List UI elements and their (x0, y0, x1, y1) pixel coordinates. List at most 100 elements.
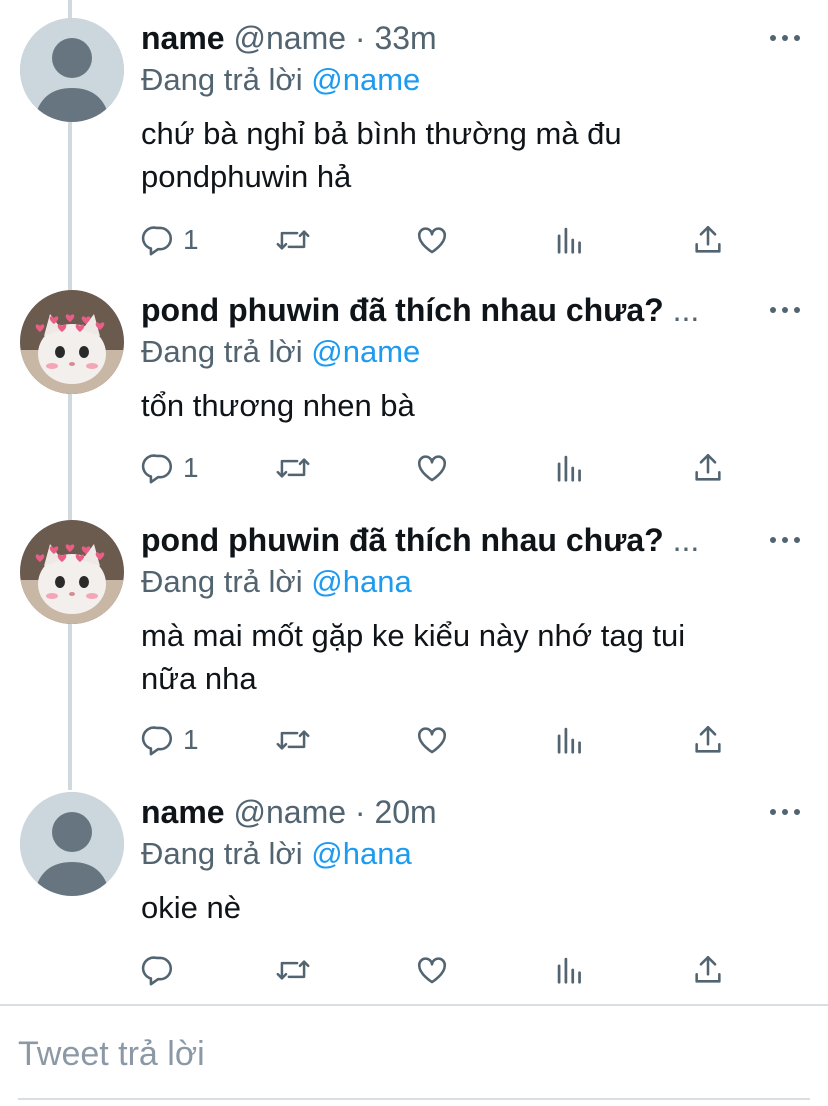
like-button[interactable] (415, 222, 449, 258)
analytics-button[interactable] (555, 952, 585, 988)
replying-label: Đang trả lời (141, 564, 303, 599)
avatar[interactable] (20, 290, 124, 394)
analytics-button[interactable] (555, 450, 585, 486)
reply-button[interactable]: 1 (141, 450, 199, 486)
replying-label: Đang trả lời (141, 334, 303, 369)
share-icon (695, 225, 721, 253)
tweet-text-line: nữa nha (141, 661, 257, 696)
action-bar: 1 (141, 722, 741, 758)
share-icon (695, 955, 721, 983)
avatar[interactable] (20, 792, 124, 896)
tweet-text: chứ bà nghỉ bả bình thường mà đu pondphu… (141, 112, 788, 198)
replying-to: Đang trả lời @name (141, 332, 420, 372)
more-icon[interactable] (770, 18, 800, 58)
like-button[interactable] (415, 722, 449, 758)
display-name[interactable]: pond phuwin đã thích nhau chưa? (141, 292, 664, 328)
retweet-button[interactable] (275, 450, 311, 486)
tweet-text-line: tổn thương nhen bà (141, 388, 415, 423)
truncation-ellipsis: ... (672, 522, 700, 558)
retweet-button[interactable] (275, 222, 311, 258)
reply-icon (141, 956, 172, 986)
reply-button[interactable]: 1 (141, 722, 199, 758)
analytics-icon (557, 455, 581, 482)
share-button[interactable] (691, 722, 725, 758)
retweet-button[interactable] (275, 952, 311, 988)
display-name[interactable]: pond phuwin đã thích nhau chưa? (141, 522, 664, 558)
analytics-button[interactable] (555, 222, 585, 258)
reply-icon (141, 454, 172, 484)
tweet-text-line: pondphuwin hả (141, 159, 352, 194)
tweet-header: pond phuwin đã thích nhau chưa? ... (141, 290, 768, 330)
cat-with-hearts-avatar-icon (20, 520, 124, 624)
tweet-header: name @name · 33m (141, 18, 768, 58)
replying-to: Đang trả lời @name (141, 60, 420, 100)
default-avatar-icon (20, 792, 124, 896)
tweet-text-line: okie nè (141, 890, 241, 925)
action-bar: 1 (141, 450, 741, 486)
reply-count: 1 (183, 724, 199, 755)
display-name[interactable]: name (141, 794, 225, 830)
mention-link[interactable]: @name (311, 334, 420, 369)
default-avatar-icon (20, 18, 124, 122)
divider (18, 1098, 810, 1100)
analytics-icon (557, 727, 581, 754)
avatar[interactable] (20, 520, 124, 624)
avatar[interactable] (20, 18, 124, 122)
handle[interactable]: @name (233, 20, 346, 56)
like-icon (417, 957, 447, 984)
separator: · (354, 794, 366, 830)
share-button[interactable] (691, 952, 725, 988)
like-icon (417, 227, 447, 254)
replying-label: Đang trả lời (141, 836, 303, 871)
share-icon (695, 725, 721, 753)
replying-label: Đang trả lời (141, 62, 303, 97)
action-bar: 1 (141, 222, 741, 258)
tweet-header: name @name · 20m (141, 792, 768, 832)
divider (0, 1004, 828, 1006)
cat-with-hearts-avatar-icon (20, 290, 124, 394)
reply-input[interactable]: Tweet trả lời (18, 1032, 205, 1076)
mention-link[interactable]: @name (311, 62, 420, 97)
reply-button[interactable] (141, 952, 183, 988)
like-icon (417, 455, 447, 482)
reply-icon (141, 726, 172, 756)
tweet-header: pond phuwin đã thích nhau chưa? ... (141, 520, 768, 560)
replying-to: Đang trả lời @hana (141, 834, 412, 874)
analytics-icon (557, 957, 581, 984)
retweet-button[interactable] (275, 722, 311, 758)
timestamp[interactable]: 33m (374, 20, 436, 56)
like-button[interactable] (415, 450, 449, 486)
retweet-icon (276, 730, 310, 750)
like-button[interactable] (415, 952, 449, 988)
mention-link[interactable]: @hana (311, 836, 411, 871)
action-bar (141, 952, 741, 988)
analytics-button[interactable] (555, 722, 585, 758)
share-button[interactable] (691, 222, 725, 258)
separator: · (354, 20, 366, 56)
reply-count: 1 (183, 452, 199, 483)
tweet-text: tổn thương nhen bà (141, 384, 788, 427)
tweet-text: mà mai mốt gặp ke kiểu này nhớ tag tui n… (141, 614, 788, 700)
like-icon (417, 727, 447, 754)
tweet-text: okie nè (141, 886, 788, 929)
more-icon[interactable] (770, 290, 800, 330)
retweet-icon (276, 230, 310, 250)
share-icon (695, 453, 721, 481)
analytics-icon (557, 227, 581, 254)
replying-to: Đang trả lời @hana (141, 562, 412, 602)
handle[interactable]: @name (233, 794, 346, 830)
more-icon[interactable] (770, 792, 800, 832)
more-icon[interactable] (770, 520, 800, 560)
reply-icon (141, 226, 172, 256)
reply-button[interactable]: 1 (141, 222, 199, 258)
reply-count: 1 (183, 224, 199, 255)
retweet-icon (276, 960, 310, 980)
retweet-icon (276, 458, 310, 478)
timestamp[interactable]: 20m (374, 794, 436, 830)
display-name[interactable]: name (141, 20, 225, 56)
tweet-text-line: mà mai mốt gặp ke kiểu này nhớ tag tui (141, 618, 686, 653)
mention-link[interactable]: @hana (311, 564, 411, 599)
truncation-ellipsis: ... (672, 292, 700, 328)
tweet-text-line: chứ bà nghỉ bả bình thường mà đu (141, 116, 622, 151)
share-button[interactable] (691, 450, 725, 486)
